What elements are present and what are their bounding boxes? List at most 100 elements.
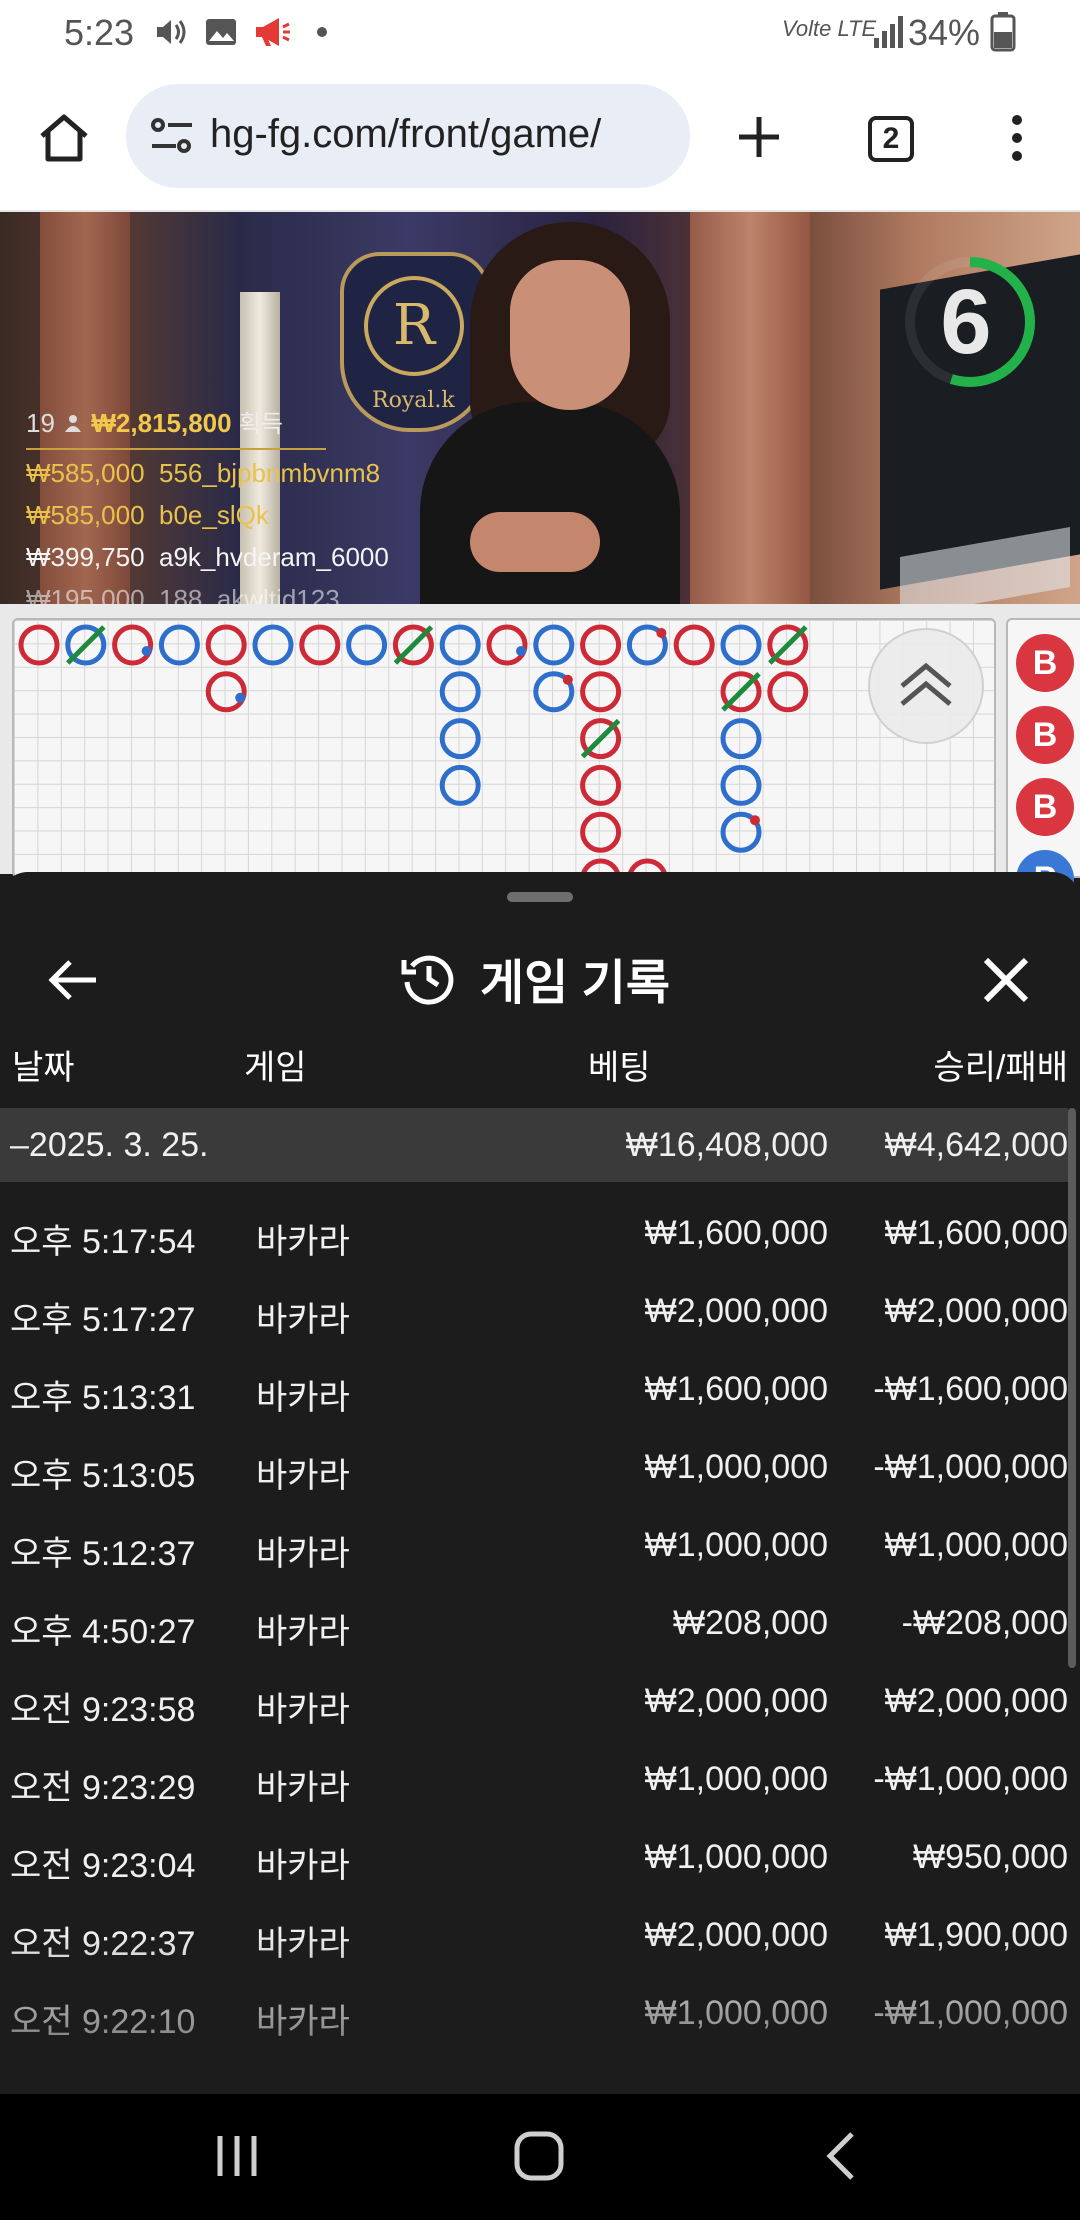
banker-ring <box>580 811 622 853</box>
history-bet: ₩1,600,000 <box>644 1214 828 1252</box>
history-game: 바카라 <box>256 1691 350 1729</box>
pair-dot <box>516 646 526 656</box>
date-group-row[interactable]: –2025. 3. 25. ₩16,408,000 ₩4,642,000 <box>0 1108 1068 1182</box>
history-row[interactable]: 오전 9:22:10 바카라 ₩1,000,000 -₩1,000,000 <box>0 1974 1068 2052</box>
history-row[interactable]: 오전 9:22:37 바카라 ₩2,000,000 ₩1,900,000 <box>0 1896 1068 1974</box>
back-arrow-icon[interactable] <box>44 952 100 1008</box>
history-row[interactable]: 오후 5:17:27 바카라 ₩2,000,000 ₩2,000,000 <box>0 1272 1068 1350</box>
history-scrollbar[interactable] <box>1068 1108 1076 1668</box>
new-tab-icon[interactable] <box>736 114 782 160</box>
banker-ring <box>18 624 60 666</box>
player-ring <box>439 718 481 760</box>
network-label: Volte LTE <box>782 16 877 41</box>
history-game: 바카라 <box>256 1847 350 1885</box>
history-row[interactable]: 오전 9:23:29 바카라 ₩1,000,000 -₩1,000,000 <box>0 1740 1068 1818</box>
recent-apps-icon[interactable] <box>202 2124 272 2188</box>
winners-suffix: 획득 <box>238 411 284 438</box>
winner-row: ₩195,000 188_akwltid123 <box>26 584 340 604</box>
bead-banker: B <box>1016 634 1074 692</box>
history-game: 바카라 <box>256 1223 350 1261</box>
address-bar[interactable]: hg-fg.com/front/game/ <box>126 84 690 188</box>
history-result: ₩950,000 <box>913 1838 1068 1876</box>
banker-ring <box>580 764 622 806</box>
pair-dot <box>141 646 152 656</box>
winners-total: ₩2,815,800 <box>91 408 232 438</box>
history-row[interactable]: 오후 5:17:54 바카라 ₩1,600,000 ₩1,600,000 <box>0 1194 1068 1272</box>
live-dealer-video[interactable]: R Royal.k 6 19 ₩2,815,800 획득 ₩585,000 55… <box>0 212 1080 604</box>
banker-ring <box>767 671 809 713</box>
history-game: 바카라 <box>256 1535 350 1573</box>
history-time: 오후 5:13:31 <box>10 1379 196 1417</box>
site-settings-icon[interactable] <box>150 116 194 156</box>
banker-ring <box>299 624 341 666</box>
sheet-title-group: 게임 기록 <box>400 946 670 1010</box>
history-bet: ₩1,000,000 <box>644 1994 828 2032</box>
history-row[interactable]: 오전 9:23:58 바카라 ₩2,000,000 ₩2,000,000 <box>0 1662 1068 1740</box>
pair-dot <box>562 674 573 685</box>
column-header-game[interactable]: 게임 <box>244 1040 307 1089</box>
bead-banker: B <box>1016 778 1074 836</box>
big-road-marks <box>18 624 809 880</box>
tab-switcher-button[interactable]: 2 <box>868 116 914 162</box>
bead-banker: B <box>1016 706 1074 764</box>
home-nav-icon[interactable] <box>504 2124 574 2188</box>
more-menu-icon[interactable] <box>1002 112 1032 164</box>
history-row[interactable]: 오후 5:13:05 바카라 ₩1,000,000 -₩1,000,000 <box>0 1428 1068 1506</box>
history-bet: ₩1,000,000 <box>644 1838 828 1876</box>
history-game: 바카라 <box>256 1613 350 1651</box>
column-header-result[interactable]: 승리/패배 <box>933 1040 1068 1089</box>
history-icon <box>401 955 454 1005</box>
battery-percent: 34% <box>907 12 980 53</box>
history-result: -₩1,000,000 <box>873 1448 1068 1486</box>
column-header-bet[interactable]: 베팅 <box>588 1040 651 1089</box>
pair-dot <box>235 692 246 703</box>
history-time: 오전 9:23:04 <box>10 1847 196 1885</box>
history-bet: ₩1,000,000 <box>644 1526 828 1564</box>
history-bet: ₩1,000,000 <box>644 1760 828 1798</box>
status-bar: 5:23 Volte LTE 34% <box>0 0 1080 64</box>
history-bet: ₩2,000,000 <box>644 1916 828 1954</box>
collapse-roadmap-button[interactable] <box>868 628 984 744</box>
player-ring <box>346 624 388 666</box>
pair-dot <box>656 628 667 638</box>
dealer-body <box>420 402 680 604</box>
date-group-label: –2025. 3. 25. <box>10 1126 209 1164</box>
banker-ring <box>205 671 247 713</box>
url-text[interactable]: hg-fg.com/front/game/ <box>210 112 601 157</box>
banker-ring <box>205 624 247 666</box>
winner-row: ₩585,000 556_bjpbnmbvnm8 <box>26 458 381 488</box>
home-icon[interactable] <box>38 112 90 164</box>
countdown-number: 6 <box>940 271 992 373</box>
winners-count: 19 <box>26 408 55 438</box>
history-time: 오후 4:50:27 <box>10 1613 196 1651</box>
crest-letter: R <box>364 276 464 376</box>
megaphone-icon <box>256 18 290 46</box>
winners-list: 19 ₩2,815,800 획득 ₩585,000 556_bjpbnmbvnm… <box>26 402 389 604</box>
history-result: -₩1,000,000 <box>873 1994 1068 2032</box>
notification-dot-icon <box>317 27 327 37</box>
player-ring <box>533 624 575 666</box>
winner-row: ₩399,750 a9k_hvderam_6000 <box>26 542 389 572</box>
chevron-up-double-icon <box>900 662 952 706</box>
history-row[interactable]: 오후 5:13:31 바카라 ₩1,600,000 -₩1,600,000 <box>0 1350 1068 1428</box>
history-row[interactable]: 오전 9:23:04 바카라 ₩1,000,000 ₩950,000 <box>0 1818 1068 1896</box>
history-row[interactable]: 오후 5:12:37 바카라 ₩1,000,000 ₩1,000,000 <box>0 1506 1068 1584</box>
sheet-header: 게임 기록 <box>0 912 1080 1042</box>
column-header-date[interactable]: 날짜 <box>12 1040 75 1089</box>
gallery-icon <box>206 19 236 45</box>
system-nav-bar <box>0 2094 1080 2220</box>
history-bet: ₩2,000,000 <box>644 1292 828 1330</box>
history-game: 바카라 <box>256 1769 350 1807</box>
history-time: 오전 9:23:29 <box>10 1769 196 1807</box>
game-history-sheet: 게임 기록 날짜 게임 베팅 승리/패배 –2025. 3. 25. ₩16,4… <box>0 872 1080 2094</box>
player-ring <box>439 671 481 713</box>
winners-divider <box>26 448 326 450</box>
back-nav-icon[interactable] <box>808 2124 878 2188</box>
sheet-drag-handle[interactable] <box>507 892 573 902</box>
browser-toolbar: hg-fg.com/front/game/ 2 <box>0 64 1080 212</box>
close-icon[interactable] <box>976 950 1036 1010</box>
history-row[interactable]: 오후 4:50:27 바카라 ₩208,000 -₩208,000 <box>0 1584 1068 1662</box>
banker-ring <box>112 624 154 666</box>
player-ring <box>158 624 200 666</box>
history-time: 오전 9:22:10 <box>10 2003 196 2041</box>
